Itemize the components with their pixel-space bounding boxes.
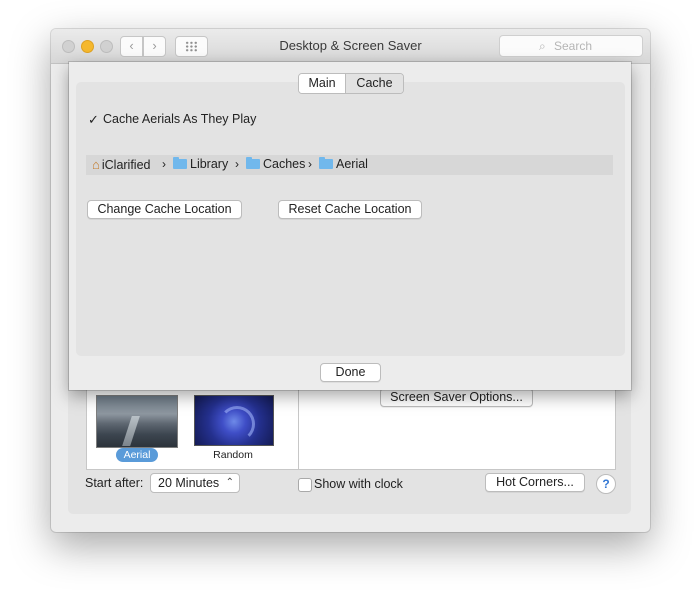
- reset-cache-location-button[interactable]: Reset Cache Location: [278, 200, 422, 219]
- random-thumbnail[interactable]: [194, 395, 274, 446]
- path-separator-icon: ›: [308, 157, 312, 171]
- help-button[interactable]: ?: [596, 474, 616, 494]
- folder-icon: [173, 157, 187, 169]
- path-item-caches[interactable]: Caches: [246, 157, 305, 171]
- hot-corners-button[interactable]: Hot Corners...: [485, 473, 585, 492]
- path-item-home[interactable]: ⌂ iClarified: [92, 157, 151, 172]
- start-after-value: 20 Minutes: [158, 476, 220, 490]
- path-separator-icon: ›: [162, 157, 166, 171]
- path-item-library[interactable]: Library: [173, 157, 228, 171]
- screen-saver-options-button[interactable]: Screen Saver Options...: [380, 388, 533, 407]
- search-placeholder: Search: [554, 39, 593, 53]
- cache-aerials-checkbox[interactable]: ✓: [88, 112, 99, 128]
- aerial-thumbnail[interactable]: [96, 395, 178, 448]
- search-field[interactable]: ⌕ Search: [499, 35, 643, 57]
- tab-control: Main Cache: [298, 73, 404, 94]
- folder-icon: [246, 157, 260, 169]
- start-after-select[interactable]: 20 Minutes ⌃: [150, 473, 240, 493]
- path-separator-icon: ›: [235, 157, 239, 171]
- aerial-options-sheet: Main Cache ✓ Cache Aerials As They Play …: [69, 62, 631, 390]
- random-label: Random: [213, 449, 253, 461]
- title-bar: ‹ › Desktop & Screen Saver ⌕ Search: [51, 29, 650, 64]
- aerial-label: Aerial: [116, 448, 158, 462]
- path-item-aerial[interactable]: Aerial: [319, 157, 368, 171]
- show-clock-label: Show with clock: [314, 477, 403, 491]
- start-after-label: Start after:: [85, 476, 144, 490]
- tab-main[interactable]: Main: [299, 74, 346, 93]
- tab-cache[interactable]: Cache: [346, 74, 403, 93]
- change-cache-location-button[interactable]: Change Cache Location: [87, 200, 242, 219]
- search-icon: ⌕: [539, 39, 546, 53]
- show-clock-checkbox[interactable]: [298, 478, 312, 492]
- home-icon: ⌂: [92, 157, 100, 172]
- folder-icon: [319, 157, 333, 169]
- done-button[interactable]: Done: [320, 363, 381, 382]
- up-down-chevron-icon: ⌃: [225, 477, 234, 488]
- cache-path-control[interactable]: ⌂ iClarified › Library › Caches › Aerial: [86, 155, 613, 175]
- cache-aerials-label: Cache Aerials As They Play: [103, 112, 257, 126]
